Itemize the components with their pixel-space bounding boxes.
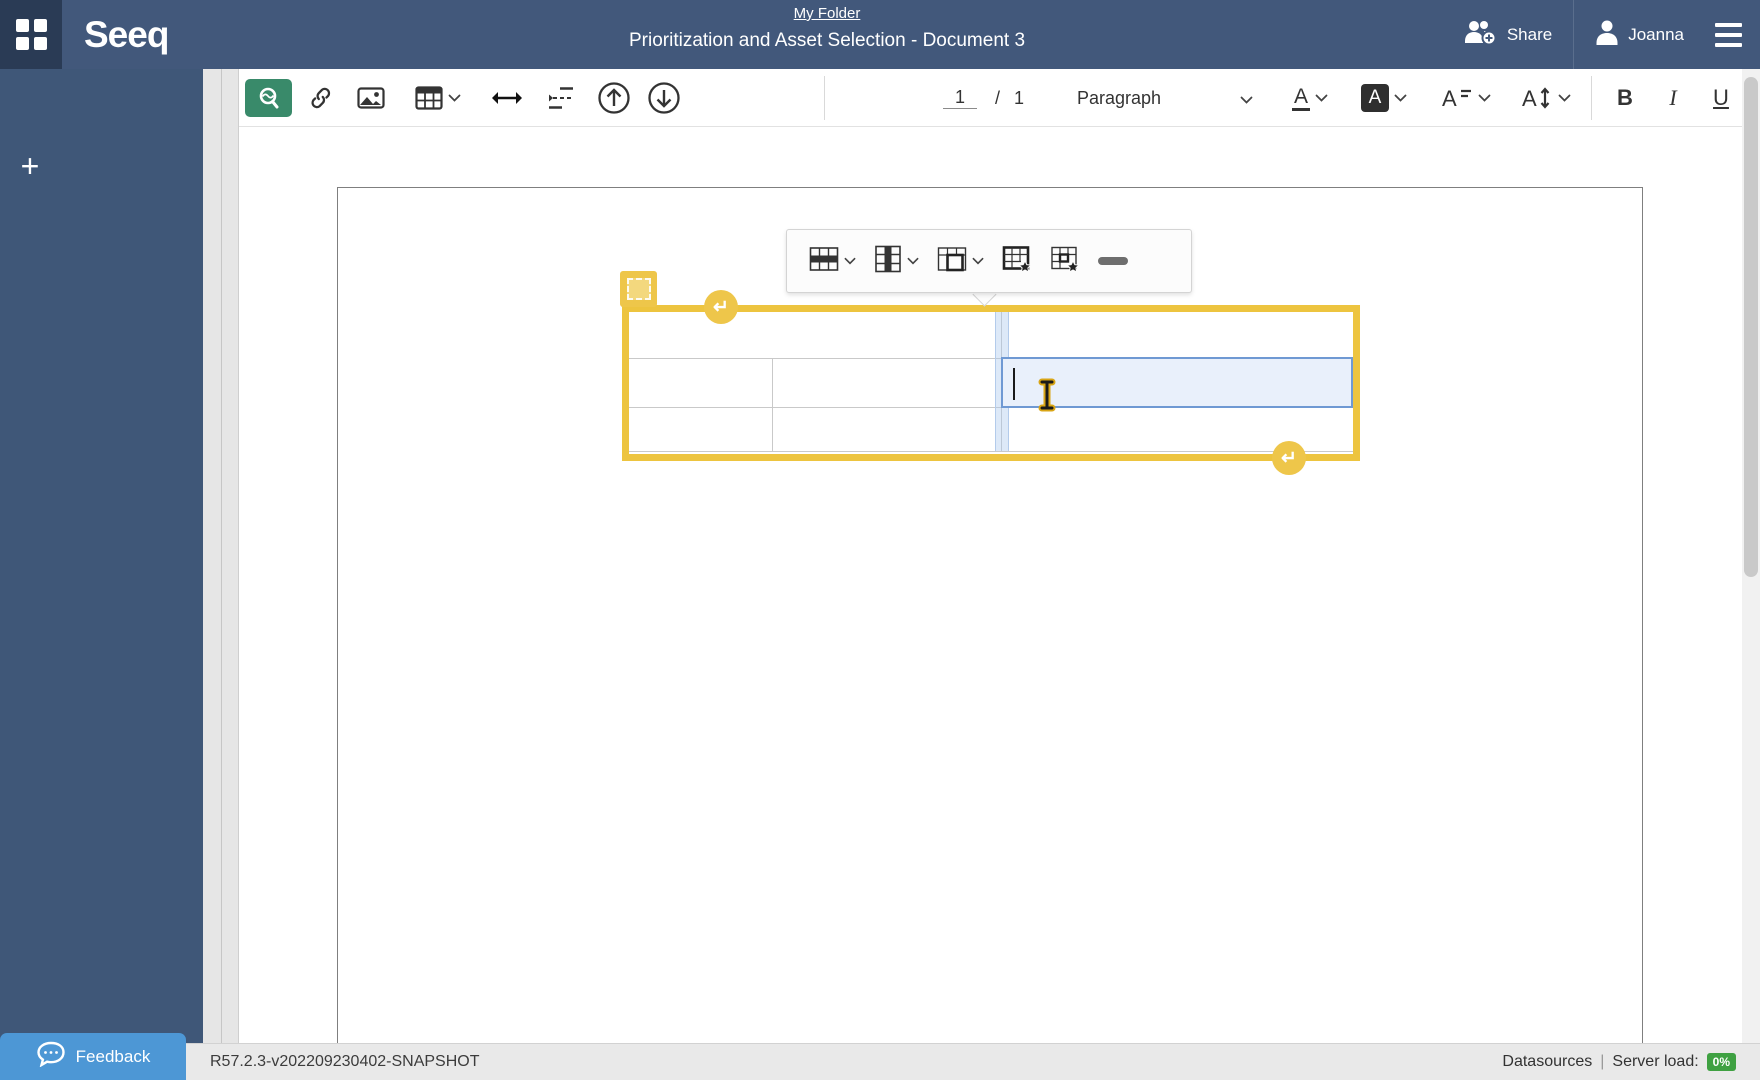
table-properties-button[interactable] xyxy=(996,239,1038,283)
chevron-down-icon xyxy=(972,252,984,270)
organizer-app: Seeq My Folder Prioritization and Asset … xyxy=(0,0,1760,1080)
splitter-line xyxy=(221,69,222,1043)
seeq-logo[interactable]: Seeq xyxy=(84,14,168,56)
enter-arrow-icon: ↵ xyxy=(713,296,729,319)
hamburger-menu-button[interactable] xyxy=(1705,23,1760,47)
page-break-button[interactable] xyxy=(539,78,583,118)
editor-table-widget[interactable] xyxy=(622,305,1360,461)
link-icon xyxy=(308,85,334,111)
toolbar-separator xyxy=(1591,76,1592,120)
arrow-down-circle-icon xyxy=(647,81,681,115)
document-width-button[interactable] xyxy=(483,78,531,118)
server-load-label: Server load: xyxy=(1612,1053,1698,1071)
scrollbar-thumb[interactable] xyxy=(1744,77,1758,577)
insert-paragraph-after-button[interactable]: ↵ xyxy=(1272,441,1306,475)
user-menu-button[interactable]: Joanna xyxy=(1574,0,1705,69)
chevron-down-icon xyxy=(1558,94,1571,102)
table-properties-icon xyxy=(1002,245,1032,278)
user-icon xyxy=(1595,19,1619,50)
cell-properties-button[interactable] xyxy=(1044,239,1086,283)
cell-properties-icon xyxy=(1050,245,1080,278)
paragraph-style-value: Paragraph xyxy=(1077,88,1235,109)
toolbar-separator xyxy=(824,76,825,120)
line-height-button[interactable]: A xyxy=(1511,78,1581,118)
text-caret xyxy=(1013,368,1015,400)
image-icon xyxy=(357,86,385,110)
mouse-ibeam-cursor xyxy=(1034,378,1060,417)
page-total: 1 xyxy=(1014,88,1024,109)
speech-bubble-icon xyxy=(36,1041,66,1072)
table-drag-handle[interactable] xyxy=(620,271,657,307)
table-grid-line xyxy=(629,451,1353,452)
font-color-button[interactable]: A xyxy=(1279,78,1341,118)
table-caption-toggle-button[interactable] xyxy=(1092,239,1134,283)
grid-icon xyxy=(16,19,47,50)
feedback-label: Feedback xyxy=(76,1047,151,1067)
version-text: R57.2.3-v202209230402-SNAPSHOT xyxy=(210,1043,480,1080)
chevron-down-icon xyxy=(1478,94,1491,102)
chevron-down-icon xyxy=(844,252,856,270)
merge-cells-menu-button[interactable] xyxy=(931,239,990,283)
insert-link-button[interactable] xyxy=(301,78,341,118)
highlight-color-icon: A xyxy=(1361,84,1389,112)
panel-splitter[interactable] xyxy=(203,69,239,1043)
add-document-button[interactable]: + xyxy=(10,147,50,187)
seeq-content-icon xyxy=(256,86,282,110)
page-number-field: 1 / 1 xyxy=(943,78,1024,118)
server-load-badge: 0% xyxy=(1707,1053,1736,1071)
chevron-down-icon xyxy=(1240,88,1253,109)
svg-text:A: A xyxy=(1442,86,1457,111)
italic-button[interactable]: I xyxy=(1653,78,1693,118)
chevron-down-icon xyxy=(1315,94,1328,102)
editor-toolbar: 1 / 1 Paragraph A A A xyxy=(239,69,1742,127)
table-row-icon xyxy=(809,246,839,277)
datasources-link[interactable]: Datasources xyxy=(1502,1053,1592,1071)
table-grid-line xyxy=(772,359,773,451)
share-label: Share xyxy=(1507,25,1552,45)
vertical-scrollbar[interactable] xyxy=(1742,69,1760,1043)
font-size-icon: A xyxy=(1441,85,1473,111)
document-title: Prioritization and Asset Selection - Doc… xyxy=(397,30,1257,52)
enter-arrow-icon: ↵ xyxy=(1281,447,1297,470)
drag-handle-icon xyxy=(627,278,651,300)
insert-seeq-content-button[interactable] xyxy=(245,79,292,117)
underline-button[interactable]: U xyxy=(1699,78,1743,118)
feedback-button[interactable]: Feedback xyxy=(0,1033,186,1080)
move-down-button[interactable] xyxy=(641,78,687,118)
highlight-color-button[interactable]: A xyxy=(1351,78,1417,118)
table-row-menu-button[interactable] xyxy=(803,239,862,283)
table-icon xyxy=(415,85,443,111)
share-button[interactable]: Share xyxy=(1441,0,1573,69)
page-separator: / xyxy=(995,88,1000,109)
footer-separator: | xyxy=(1600,1053,1604,1071)
chevron-down-icon xyxy=(907,252,919,270)
move-up-button[interactable] xyxy=(591,78,637,118)
table-column-menu-button[interactable] xyxy=(868,239,925,283)
insert-paragraph-before-button[interactable]: ↵ xyxy=(704,290,738,324)
breadcrumb-my-folder-link[interactable]: My Folder xyxy=(794,5,861,22)
share-users-icon xyxy=(1462,19,1498,50)
table-toolbar xyxy=(786,229,1192,293)
user-name: Joanna xyxy=(1628,25,1684,45)
bold-button[interactable]: B xyxy=(1603,78,1647,118)
page-number-input[interactable]: 1 xyxy=(943,87,977,109)
insert-table-button[interactable] xyxy=(405,78,471,118)
chevron-down-icon xyxy=(1394,94,1407,102)
font-size-button[interactable]: A xyxy=(1431,78,1501,118)
table-column-icon xyxy=(874,245,902,278)
arrows-horizontal-icon xyxy=(490,90,524,106)
paragraph-style-dropdown[interactable]: Paragraph xyxy=(1077,78,1253,118)
chevron-down-icon xyxy=(448,94,461,102)
dash-icon xyxy=(1098,257,1128,265)
document-thumbnails-panel: + xyxy=(0,69,203,1043)
top-bar: Seeq My Folder Prioritization and Asset … xyxy=(0,0,1760,69)
line-height-icon: A xyxy=(1521,85,1553,111)
page-break-icon xyxy=(547,86,575,110)
insert-image-button[interactable] xyxy=(351,78,391,118)
font-color-icon: A xyxy=(1292,86,1310,111)
svg-text:A: A xyxy=(1522,86,1537,111)
app-switcher-button[interactable] xyxy=(0,0,62,69)
arrow-up-circle-icon xyxy=(597,81,631,115)
merge-cells-icon xyxy=(937,246,967,277)
